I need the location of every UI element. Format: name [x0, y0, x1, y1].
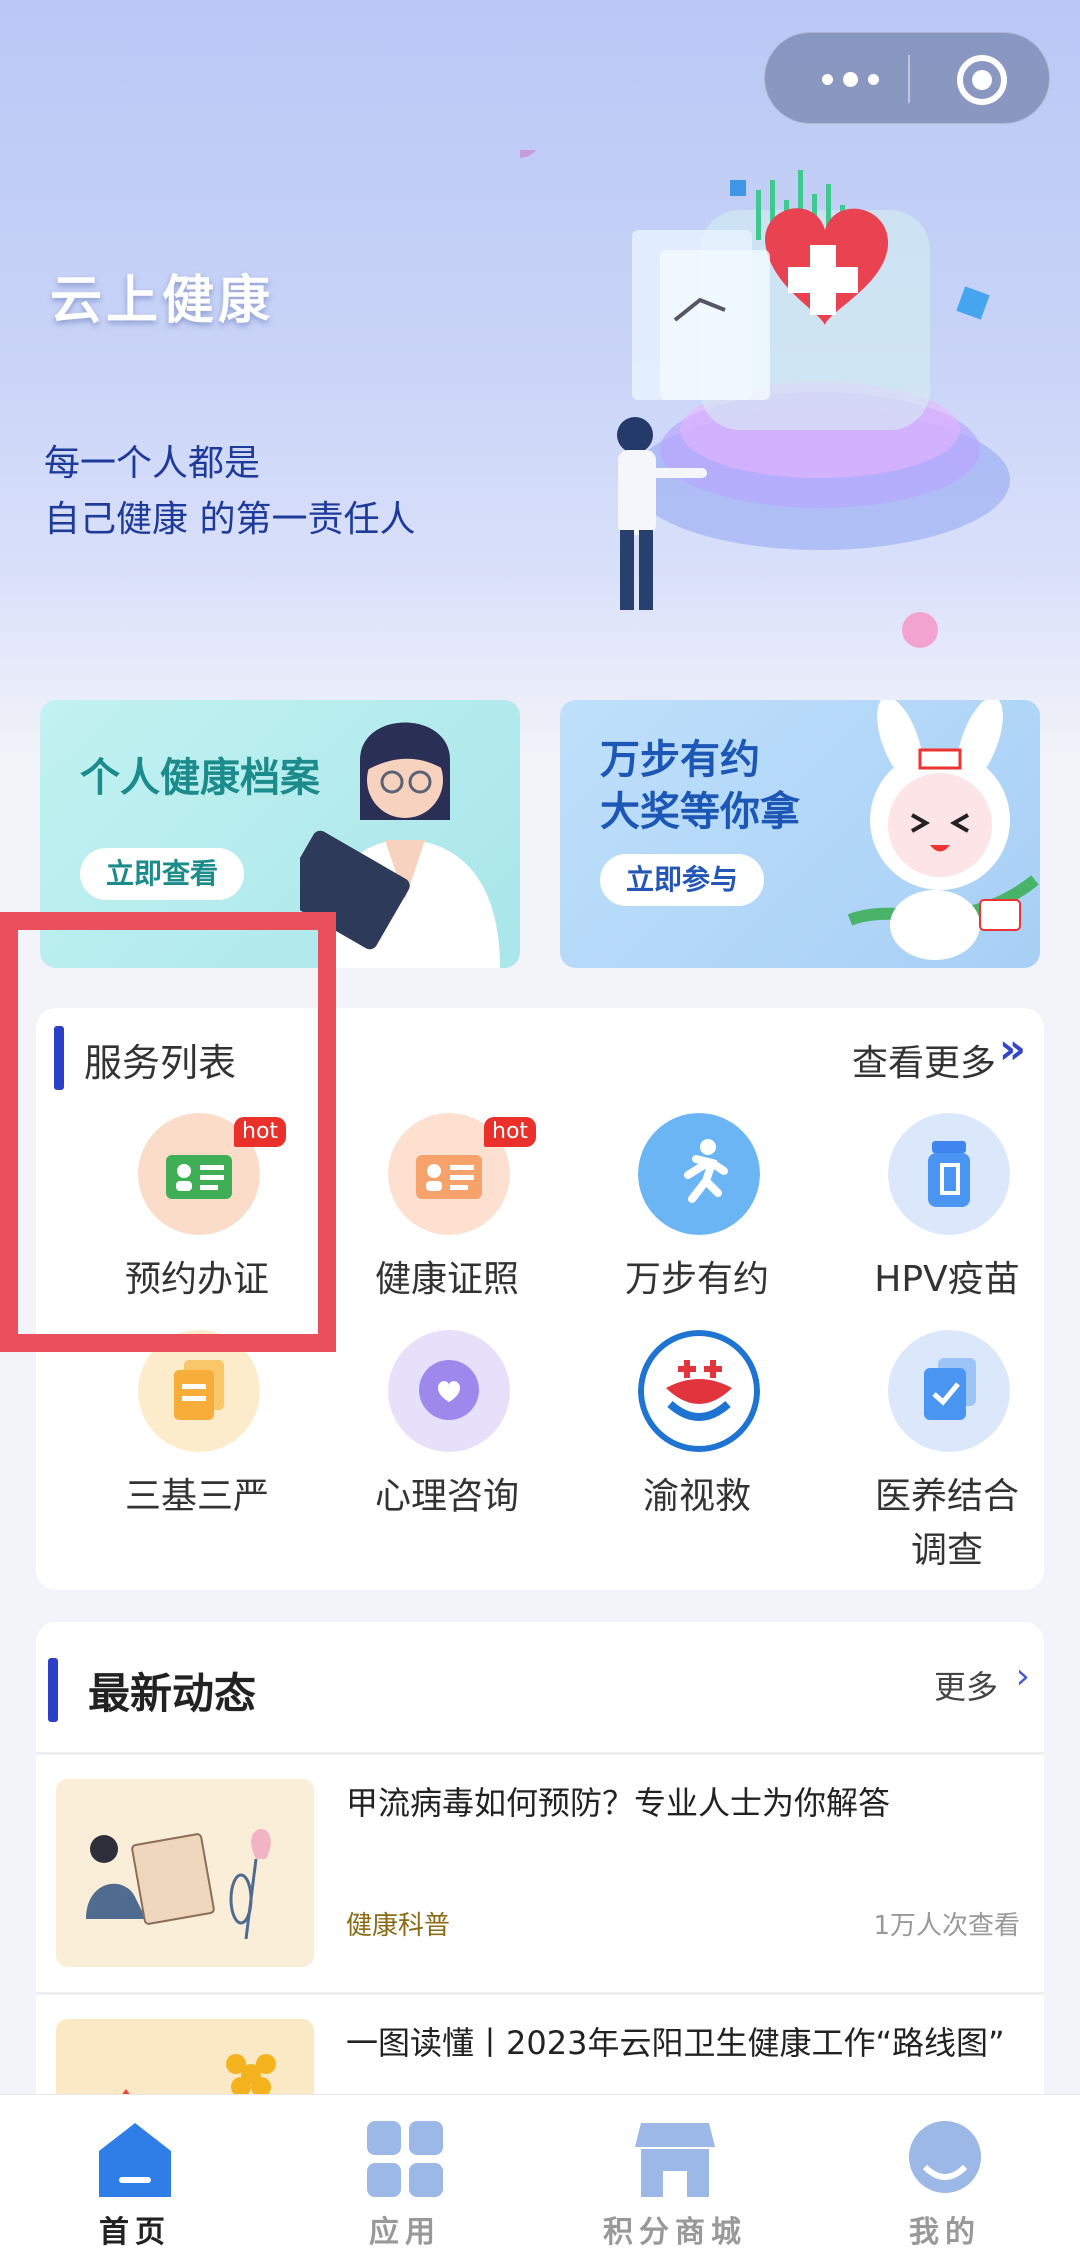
news-title: 一图读懂丨2023年云阳卫生健康工作“路线图”	[346, 2024, 1005, 2062]
service-label: 渝视救	[642, 1476, 751, 1517]
chevron-right-icon[interactable]: ›	[1016, 1656, 1030, 1697]
home-icon	[99, 2123, 171, 2197]
tab-points-mall[interactable]: 积分商城	[540, 2095, 810, 2260]
rescue-logo-icon	[638, 1330, 760, 1452]
service-label: 三基三严	[124, 1476, 269, 1517]
heart-chat-icon	[388, 1330, 510, 1452]
more-menu-icon[interactable]	[805, 55, 895, 103]
view-more-link[interactable]: 查看更多	[852, 1034, 996, 1086]
join-now-button[interactable]: 立即参与	[600, 854, 765, 906]
latest-news-title: 最新动态	[88, 1669, 257, 1718]
wanbu-banner[interactable]: 万步有约 大奖等你拿 立即参与	[560, 700, 1040, 968]
service-label: HPV疫苗	[874, 1259, 1020, 1300]
bottom-tab-bar: 首页 应用 积分商城 我的	[0, 2094, 1080, 2260]
tab-mine[interactable]: 我的	[810, 2095, 1080, 2260]
service-label: 健康证照	[374, 1259, 519, 1300]
profile-icon	[909, 2121, 981, 2193]
section-accent-bar	[48, 1658, 58, 1722]
news-thumbnail-icon	[56, 1779, 314, 1967]
close-target-icon[interactable]	[957, 55, 1007, 105]
miniprogram-capsule	[764, 32, 1050, 124]
store-icon	[635, 2123, 715, 2197]
service-label: 万步有约	[624, 1259, 769, 1300]
banner-title-line-1: 万步有约	[600, 737, 760, 783]
service-item-sanji[interactable]: 三基三严	[72, 1330, 322, 1570]
tab-label: 积分商城	[603, 2215, 747, 2250]
hero-banner: 云上健康 每一个人都是 自己健康 的第一责任人	[0, 0, 1080, 760]
news-title: 甲流病毒如何预防？专业人士为你解答	[346, 1784, 891, 1822]
double-chevron-right-icon[interactable]: »	[999, 1024, 1026, 1073]
service-label: 心理咨询	[374, 1476, 519, 1517]
service-item-hpv[interactable]: HPV疫苗	[822, 1113, 1072, 1313]
more-news-link[interactable]: 更多	[934, 1662, 998, 1708]
service-label: 医养结合 调查	[874, 1476, 1019, 1571]
tab-label: 应用	[369, 2215, 441, 2250]
doctor-hospital-illustration-icon	[520, 150, 1010, 648]
banner-title-line-2: 大奖等你拿	[600, 789, 800, 835]
service-item-counseling[interactable]: 心理咨询	[322, 1330, 572, 1570]
apps-grid-icon	[367, 2121, 443, 2197]
hot-badge: hot	[484, 1117, 537, 1147]
banner-title: 个人健康档案	[80, 755, 320, 801]
service-item-yushijiu[interactable]: 渝视救	[572, 1330, 822, 1570]
tab-label: 首页	[99, 2215, 171, 2250]
capsule-divider	[908, 55, 910, 103]
highlight-box	[0, 912, 336, 1352]
news-tag: 健康科普	[346, 1911, 451, 1941]
vaccine-bottle-icon	[888, 1113, 1010, 1235]
running-icon	[638, 1113, 760, 1235]
slogan-line-1: 每一个人都是	[44, 443, 261, 484]
survey-check-icon	[888, 1330, 1010, 1452]
service-item-wanbu[interactable]: 万步有约	[572, 1113, 822, 1313]
service-item-eldercare-survey[interactable]: 医养结合 调查	[822, 1330, 1072, 1571]
news-item[interactable]: 甲流病毒如何预防？专业人士为你解答 健康科普 1万人次查看	[36, 1755, 1044, 1995]
hero-slogan: 每一个人都是 自己健康 的第一责任人	[44, 436, 415, 548]
banner-title: 万步有约 大奖等你拿	[600, 734, 800, 838]
bunny-nurse-mascot-icon	[847, 700, 1039, 960]
tab-home[interactable]: 首页	[0, 2095, 270, 2260]
hero-title: 云上健康	[50, 271, 275, 331]
tab-label: 我的	[909, 2215, 981, 2250]
service-item-health-cert[interactable]: hot 健康证照	[322, 1113, 572, 1313]
view-now-button[interactable]: 立即查看	[80, 848, 245, 900]
tab-apps[interactable]: 应用	[270, 2095, 540, 2260]
news-views: 1万人次查看	[873, 1911, 1020, 1941]
slogan-line-2: 自己健康 的第一责任人	[44, 499, 416, 540]
